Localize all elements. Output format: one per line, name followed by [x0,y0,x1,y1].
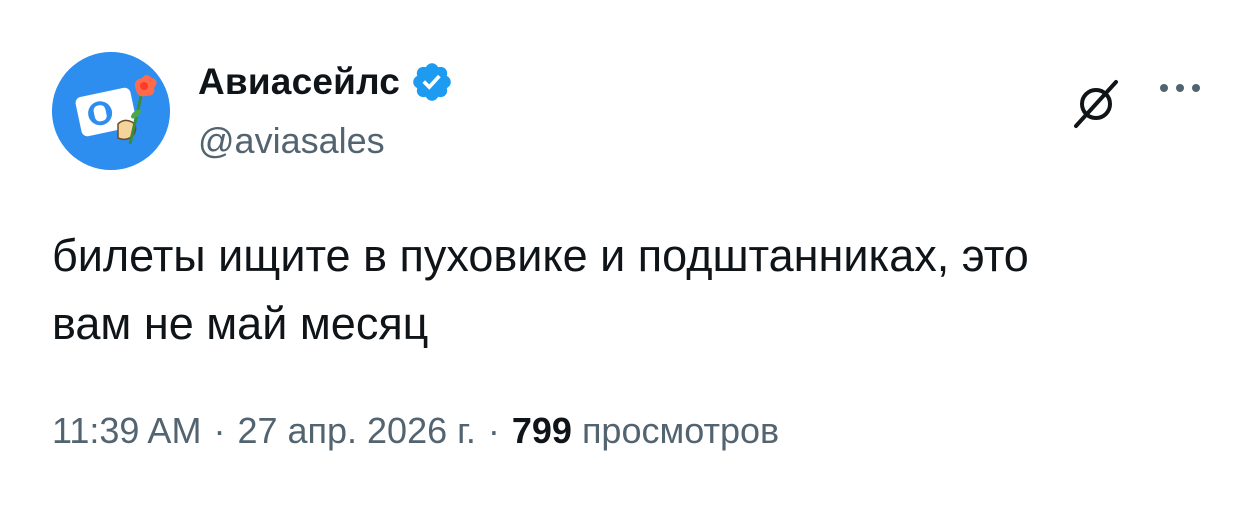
verified-badge-icon[interactable] [410,60,454,104]
author-name-row: Авиасейлс [198,58,454,106]
tweet-time[interactable]: 11:39 AM [52,410,201,452]
tweet-text: билеты ищите в пуховике и подштанниках, … [52,222,1212,358]
meta-separator: · [487,410,500,451]
grok-icon[interactable] [1068,76,1124,132]
author-info: Авиасейлс @aviasales [198,58,454,162]
views-count[interactable]: 799 [512,410,572,452]
author-display-name[interactable]: Авиасейлс [198,61,400,103]
views-label: просмотров [581,410,780,451]
tweet-text-line-2: вам не май месяц [52,298,429,349]
author-handle[interactable]: @aviasales [198,120,454,162]
author-avatar[interactable] [52,52,170,170]
meta-separator: · [213,410,226,451]
more-options-icon[interactable] [1152,70,1208,106]
tweet-text-line-1: билеты ищите в пуховике и подштанниках, … [52,230,1029,281]
tweet-date[interactable]: 27 апр. 2026 г. [237,410,475,452]
tweet-card: Авиасейлс @aviasales билеты ищите в пухо… [0,0,1260,506]
tweet-meta: 11:39 AM · 27 апр. 2026 г. · 799 просмот… [52,410,779,452]
aviasales-logo-icon [52,52,170,170]
